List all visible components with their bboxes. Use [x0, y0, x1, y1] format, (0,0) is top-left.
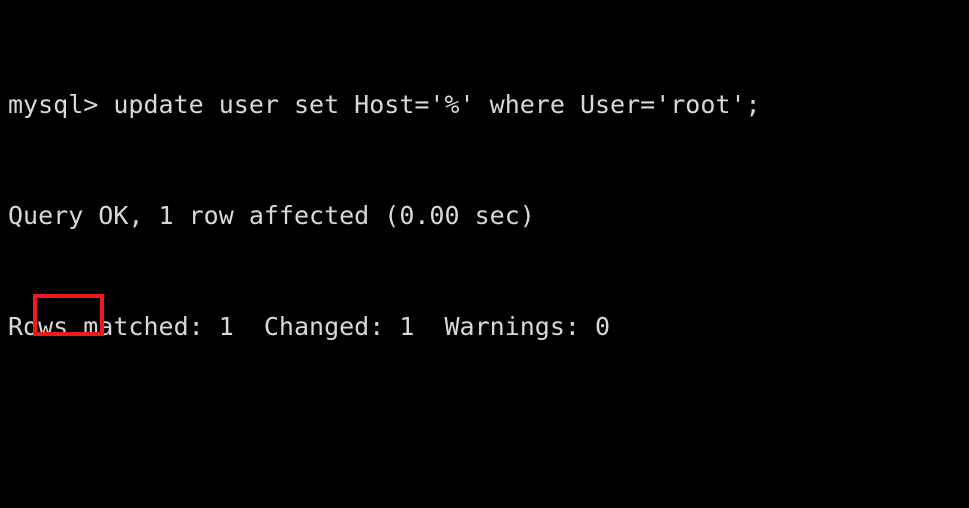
terminal-line-rows-matched: Rows matched: 1 Changed: 1 Warnings: 0 — [8, 312, 611, 341]
terminal-window[interactable]: mysql> update user set Host='%' where Us… — [0, 0, 969, 508]
terminal-output: mysql> update user set Host='%' where Us… — [8, 12, 761, 508]
terminal-line-update-result: Query OK, 1 row affected (0.00 sec) — [8, 201, 535, 230]
terminal-line-update-command: mysql> update user set Host='%' where Us… — [8, 90, 761, 119]
